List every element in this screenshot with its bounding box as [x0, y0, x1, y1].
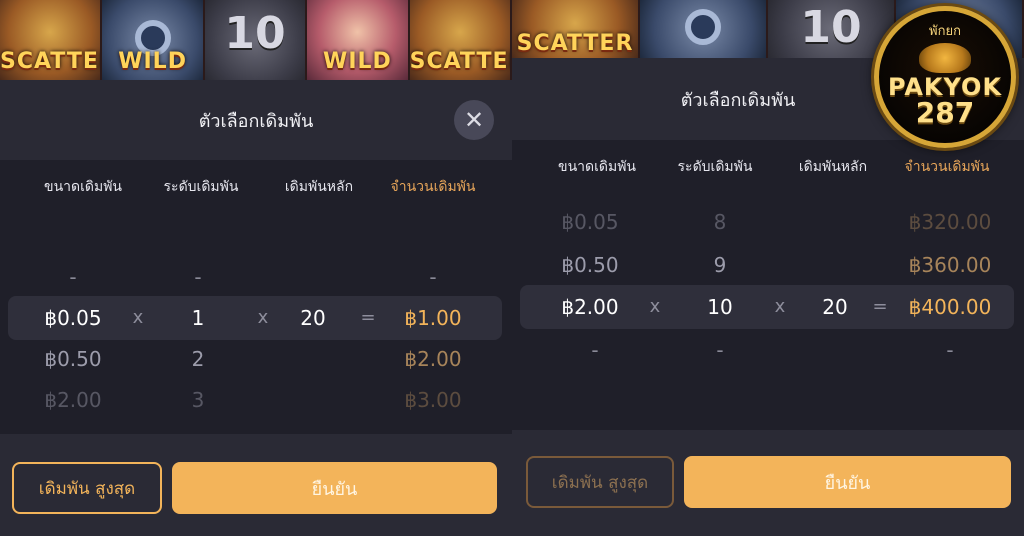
- confirm-button[interactable]: ยืนยัน: [172, 462, 497, 514]
- multiply-sign: x: [132, 307, 144, 328]
- logo-brand-text: PAKYOK: [887, 72, 1003, 101]
- bet-row[interactable]: ฿0.05 8 ฿320.00: [520, 200, 1014, 244]
- bet-size-value: ฿2.00: [44, 388, 102, 412]
- symbol-label: SCATTER: [516, 31, 634, 56]
- bet-amount-value: ฿320.00: [908, 210, 992, 234]
- column-base-bet: เดิมพันหลัก: [284, 179, 354, 195]
- symbol-label: SCATTER: [409, 49, 510, 74]
- column-total-bet: จำนวนเดิมพัน: [904, 159, 990, 175]
- bet-level-value: 2: [191, 347, 205, 371]
- bet-row[interactable]: - - -: [520, 328, 1014, 372]
- multiply-sign: x: [774, 296, 786, 317]
- panel-footer: เดิมพัน สูงสุด ยืนยัน: [0, 434, 512, 536]
- bet-level-value: 1: [191, 306, 205, 330]
- bet-amount-value: -: [429, 265, 437, 289]
- tiger-icon: [919, 42, 971, 73]
- bet-size-value: -: [591, 338, 599, 362]
- bet-size-value: ฿0.05: [561, 210, 619, 234]
- multiply-sign: x: [649, 296, 661, 317]
- bet-level-value: -: [716, 338, 724, 362]
- max-bet-button[interactable]: เดิมพัน สูงสุด: [526, 456, 674, 508]
- multiply-sign: x: [257, 307, 269, 328]
- bet-row[interactable]: ฿0.50 2 ฿2.00: [8, 337, 502, 381]
- close-icon: ✕: [463, 106, 485, 134]
- symbol-label: SCATTER: [0, 49, 100, 74]
- symbol-label: WILD: [118, 49, 187, 74]
- confirm-button[interactable]: ยืนยัน: [684, 456, 1011, 508]
- bet-size-value: ฿0.50: [561, 253, 619, 277]
- scatter-symbol: SCATTER: [409, 0, 512, 80]
- column-bet-level: ระดับเดิมพัน: [163, 179, 239, 195]
- bet-level-value: 10: [707, 295, 733, 319]
- bet-table: ขนาดเดิมพัน ระดับเดิมพัน เดิมพันหลัก จำน…: [0, 160, 512, 434]
- gear-icon: [685, 9, 721, 45]
- bet-amount-value: ฿1.00: [404, 306, 462, 330]
- bet-table: ขนาดเดิมพัน ระดับเดิมพัน เดิมพันหลัก จำน…: [512, 140, 1024, 430]
- game-reels-strip: SCATTER WILD 10 WILD SCATTER: [0, 0, 512, 80]
- ten-symbol: 10: [204, 0, 308, 80]
- bet-amount-value: ฿400.00: [908, 295, 992, 319]
- scatter-symbol: SCATTER: [512, 0, 640, 58]
- queen-wild-symbol: WILD: [307, 0, 410, 80]
- equals-sign: =: [360, 307, 376, 328]
- column-bet-size: ขนาดเดิมพัน: [44, 179, 122, 195]
- bet-row-selected[interactable]: ฿0.05 x 1 x 20 = ฿1.00: [8, 296, 502, 340]
- ten-symbol: 10: [768, 0, 896, 58]
- max-bet-button[interactable]: เดิมพัน สูงสุด: [12, 462, 162, 514]
- bet-level-value: 3: [191, 388, 205, 412]
- panel-title: ตัวเลือกเดิมพัน: [198, 110, 314, 132]
- bet-level-value: 8: [713, 210, 727, 234]
- column-bet-size: ขนาดเดิมพัน: [558, 159, 636, 175]
- logo-top-text: พักยก: [929, 23, 961, 39]
- bet-amount-value: -: [946, 338, 954, 362]
- close-button[interactable]: ✕: [454, 100, 494, 140]
- bet-amount-value: ฿360.00: [908, 253, 992, 277]
- bet-level-value: -: [194, 265, 202, 289]
- bet-amount-value: ฿2.00: [404, 347, 462, 371]
- column-base-bet: เดิมพันหลัก: [798, 159, 868, 175]
- equals-sign: =: [872, 296, 888, 317]
- scatter-symbol: SCATTER: [0, 0, 103, 80]
- bet-size-value: -: [69, 265, 77, 289]
- bet-row-selected[interactable]: ฿2.00 x 10 x 20 = ฿400.00: [520, 285, 1014, 329]
- bet-size-value: ฿2.00: [561, 295, 619, 319]
- brand-logo: พักยก PAKYOK 287: [874, 6, 1016, 148]
- bet-size-value: ฿0.05: [44, 306, 102, 330]
- symbol-label: WILD: [323, 49, 392, 74]
- base-bet-value: 20: [822, 295, 848, 319]
- panel-header: ตัวเลือกเดิมพัน ✕: [0, 80, 512, 160]
- symbol-label: 10: [800, 2, 862, 53]
- bet-row[interactable]: ฿2.00 3 ฿3.00: [8, 378, 502, 422]
- column-total-bet: จำนวนเดิมพัน: [390, 179, 476, 195]
- bet-level-value: 9: [713, 253, 727, 277]
- base-bet-value: 20: [300, 306, 326, 330]
- wild-symbol: WILD: [102, 0, 205, 80]
- bet-row[interactable]: ฿0.50 9 ฿360.00: [520, 243, 1014, 287]
- wild-symbol: [640, 0, 768, 58]
- logo-number-text: 287: [915, 95, 975, 129]
- panel-footer: เดิมพัน สูงสุด ยืนยัน: [512, 430, 1024, 536]
- panel-title: ตัวเลือกเดิมพัน: [680, 89, 796, 111]
- symbol-label: 10: [224, 8, 286, 59]
- bet-options-panel-left: SCATTER WILD 10 WILD SCATTER ตัวเลือกเดิ…: [0, 0, 512, 536]
- bet-row[interactable]: - - -: [8, 255, 502, 299]
- bet-size-value: ฿0.50: [44, 347, 102, 371]
- screen: SCATTER WILD 10 WILD SCATTER ตัวเลือกเดิ…: [0, 0, 1024, 536]
- column-bet-level: ระดับเดิมพัน: [677, 159, 753, 175]
- bet-amount-value: ฿3.00: [404, 388, 462, 412]
